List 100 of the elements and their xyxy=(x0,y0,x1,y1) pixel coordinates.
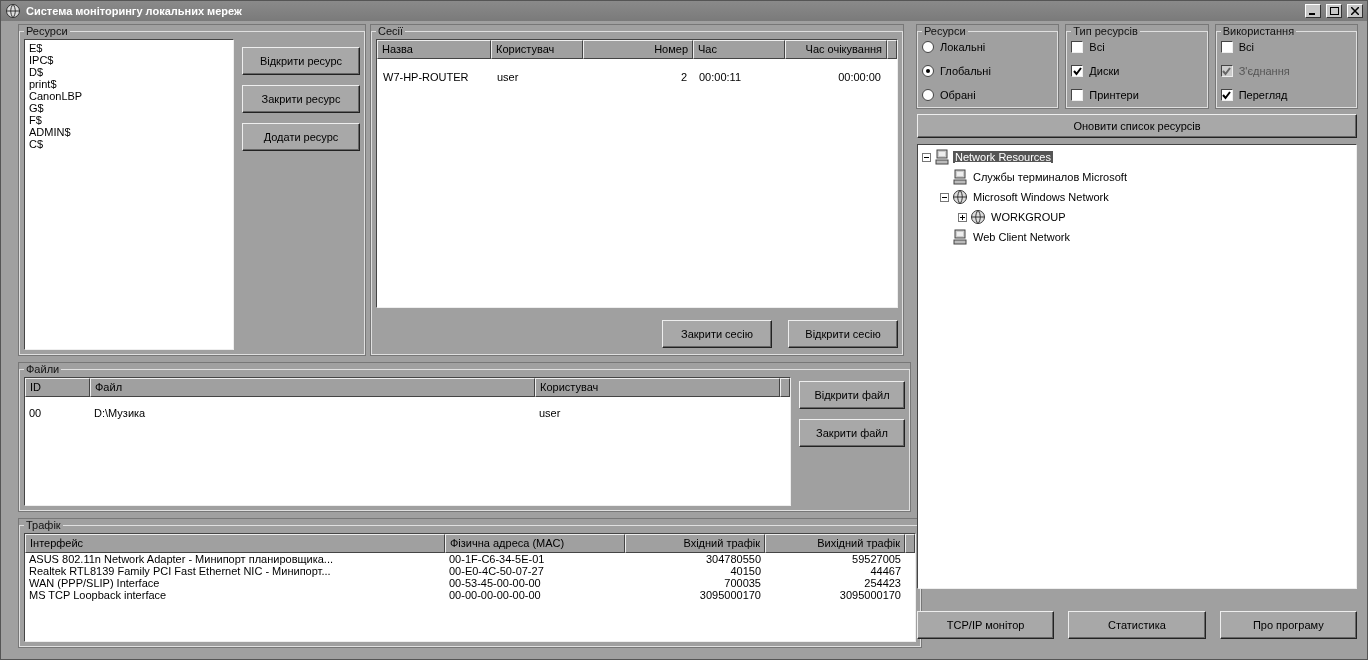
group-title: Сесії xyxy=(377,25,405,37)
maximize-button[interactable] xyxy=(1326,4,1342,18)
option-label: Диски xyxy=(1089,65,1120,77)
table-cell-text: 44467 xyxy=(869,565,902,577)
expand-toggle[interactable] xyxy=(958,212,967,222)
list-item[interactable]: IPC$ xyxy=(27,54,231,66)
table-cell-text: 00:00:11 xyxy=(698,70,742,85)
column-header[interactable]: ID xyxy=(25,378,90,397)
table-cell-text: 40150 xyxy=(729,565,762,577)
radio-button[interactable] xyxy=(922,65,934,77)
checkmark-icon xyxy=(1222,66,1232,76)
refresh-button[interactable]: Оновити список ресурсів xyxy=(917,114,1357,138)
resource-button[interactable]: Додати ресурс xyxy=(242,123,360,151)
table-cell-text: 00-00-00-00-00-00 xyxy=(448,589,542,601)
resource-button[interactable]: Відкрити ресурс xyxy=(242,47,360,75)
option-label: Перегляд xyxy=(1238,89,1288,101)
column-header[interactable]: Час очікування xyxy=(785,40,887,59)
computer-icon xyxy=(934,149,950,165)
group-title: Файли xyxy=(25,363,61,375)
column-header-blank xyxy=(905,534,915,553)
table-cell-text: user xyxy=(538,406,562,421)
option-label: Всі xyxy=(1089,41,1105,53)
session-button[interactable]: Закрити сесію xyxy=(662,320,772,348)
table-cell-text: 2 xyxy=(679,70,688,85)
collapse-toggle[interactable] xyxy=(922,152,931,162)
column-header[interactable]: Вхідний трафік xyxy=(625,534,765,553)
network-globe-icon xyxy=(5,3,21,19)
column-header[interactable]: Файл xyxy=(90,378,535,397)
file-button[interactable]: Закрити файл xyxy=(799,419,905,447)
column-header[interactable]: Назва xyxy=(377,40,491,59)
list-item[interactable]: CanonLBP xyxy=(27,90,231,102)
column-header[interactable]: Користувач xyxy=(491,40,583,59)
toolbar-button[interactable]: Про програму xyxy=(1219,611,1357,639)
table-cell-text: 3095000170 xyxy=(838,589,902,601)
table-cell-text: W7-HP-ROUTER xyxy=(382,70,470,85)
checkbox[interactable] xyxy=(1071,65,1084,77)
checkmark-icon xyxy=(1222,90,1232,100)
radio-button[interactable] xyxy=(922,41,934,53)
column-header[interactable]: Номер xyxy=(583,40,693,59)
table-cell-text: 00-E0-4C-50-07-27 xyxy=(448,565,545,577)
column-header-blank xyxy=(780,378,790,397)
table-cell-text: 700035 xyxy=(723,577,762,589)
option-label: Локальні xyxy=(940,41,986,53)
network-globe-icon xyxy=(970,209,986,225)
group-title: Тип ресурсів xyxy=(1072,25,1139,37)
group-title: Ресурси xyxy=(25,25,69,37)
table-cell-text: 00:00:00 xyxy=(837,70,882,85)
option-label: Глобальні xyxy=(940,65,991,77)
option-label: Всі xyxy=(1238,41,1254,53)
column-header[interactable]: Інтерфейс xyxy=(25,534,445,553)
window-title: Система моніторингу локальних мереж xyxy=(26,5,243,17)
group-title: Ресурси xyxy=(923,25,967,37)
option-label: Обрані xyxy=(940,89,976,101)
toolbar-button[interactable]: TCP/IP монітор xyxy=(917,611,1055,639)
file-button[interactable]: Відкрити файл xyxy=(799,381,905,409)
list-item[interactable]: G$ xyxy=(27,102,231,114)
column-header-blank xyxy=(887,40,897,59)
close-button[interactable] xyxy=(1347,4,1363,18)
minimize-button[interactable] xyxy=(1305,4,1321,18)
resource-list[interactable]: E$ IPC$ D$ print$ CanonLBP G$ F$ ADMIN$ C$ xyxy=(24,39,234,350)
group-title: Використання xyxy=(1221,25,1296,37)
tree-item[interactable]: Web Client Network xyxy=(971,231,1072,243)
option-label: Принтери xyxy=(1089,89,1139,101)
list-item[interactable]: E$ xyxy=(27,42,231,54)
table-cell-text: 254423 xyxy=(863,577,902,589)
table-cell-text: 59527005 xyxy=(851,553,902,565)
radio-button[interactable] xyxy=(922,89,934,101)
tree-item[interactable]: Службы терминалов Microsoft xyxy=(971,171,1129,183)
column-header[interactable]: Користувач xyxy=(535,378,780,397)
computer-icon xyxy=(952,169,968,185)
checkmark-icon xyxy=(1072,66,1082,76)
table-cell-text: MS TCP Loopback interface xyxy=(28,589,168,601)
group-title: Трафік xyxy=(25,519,62,531)
table-cell-text: D:\Музика xyxy=(93,406,147,421)
list-item[interactable]: ADMIN$ xyxy=(27,126,231,138)
checkbox[interactable] xyxy=(1220,41,1233,53)
checkbox[interactable] xyxy=(1071,41,1084,53)
checkbox[interactable] xyxy=(1220,89,1233,101)
session-button[interactable]: Відкрити сесію xyxy=(788,320,898,348)
toolbar-button[interactable]: Статистика xyxy=(1068,611,1206,639)
maximize-icon xyxy=(1329,7,1339,15)
tree-item[interactable]: Microsoft Windows Network xyxy=(971,191,1111,203)
list-item[interactable]: C$ xyxy=(27,138,231,150)
tree-item[interactable]: WORKGROUP xyxy=(989,211,1068,223)
list-item[interactable]: print$ xyxy=(27,78,231,90)
table-cell-text: 00 xyxy=(28,406,43,421)
close-icon xyxy=(1351,7,1359,15)
list-item[interactable]: D$ xyxy=(27,66,231,78)
column-header[interactable]: Вихідний трафік xyxy=(765,534,905,553)
resource-button[interactable]: Закрити ресурс xyxy=(242,85,360,113)
table-cell-text: 304780550 xyxy=(704,553,762,565)
collapse-toggle[interactable] xyxy=(940,192,949,202)
table-cell-text: Realtek RTL8139 Family PCI Fast Ethernet NIC - Минипорт... xyxy=(28,565,332,577)
column-header[interactable]: Час xyxy=(693,40,785,59)
column-header[interactable]: Фізична адреса (MAC) xyxy=(445,534,625,553)
table-cell-text: user xyxy=(496,70,520,85)
tree-item[interactable]: Network Resources xyxy=(953,151,1053,163)
table-cell-text: WAN (PPP/SLIP) Interface xyxy=(28,577,161,589)
list-item[interactable]: F$ xyxy=(27,114,231,126)
checkbox[interactable] xyxy=(1071,89,1084,101)
